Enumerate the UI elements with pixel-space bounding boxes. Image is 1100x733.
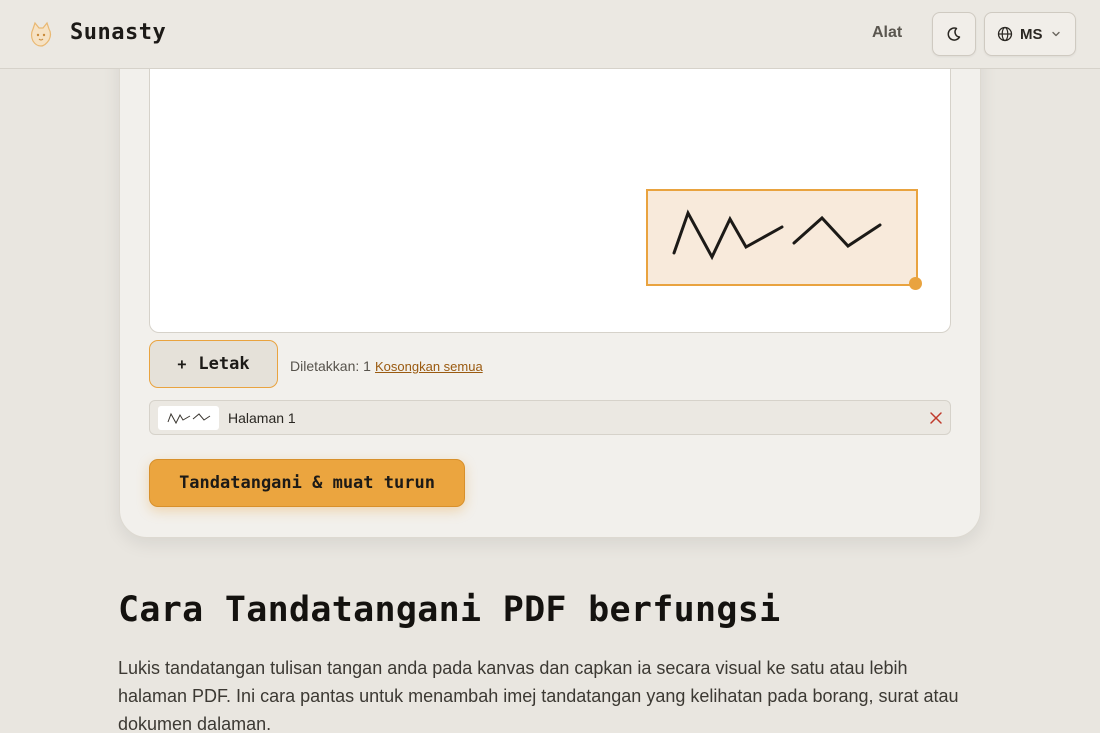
app-header: Sunasty Alat MS [0,0,1100,69]
chevron-down-icon [1051,31,1060,37]
language-code: MS [1020,25,1043,43]
globe-icon [997,26,1013,42]
section-description: Lukis tandatangan tulisan tangan anda pa… [118,658,959,733]
place-button-label: Letak [198,354,250,374]
clear-all-link[interactable]: Kosongkan semua [375,359,483,374]
close-icon[interactable] [929,411,943,425]
language-select-button[interactable]: MS [984,12,1076,56]
brand-name[interactable]: Sunasty [70,20,166,45]
page-label: Halaman 1 [228,410,296,426]
plus-icon: + [177,355,187,373]
cat-logo-icon[interactable] [24,18,58,52]
theme-toggle-button[interactable] [932,12,976,56]
nav-tools-link[interactable]: Alat [872,24,902,42]
pdf-page-preview[interactable] [149,40,951,333]
placement-list-item: Halaman 1 [149,400,951,435]
moon-icon [947,27,961,41]
section-heading: Cara Tandatangani PDF berfungsi [118,590,781,630]
placed-signature[interactable] [646,189,918,286]
resize-handle[interactable] [909,277,922,290]
sign-download-button[interactable]: Tandatangani & muat turun [149,459,465,507]
signature-thumbnail [158,406,219,430]
place-signature-button[interactable]: + Letak [149,340,278,388]
placed-count: Diletakkan: 1 [290,358,371,374]
